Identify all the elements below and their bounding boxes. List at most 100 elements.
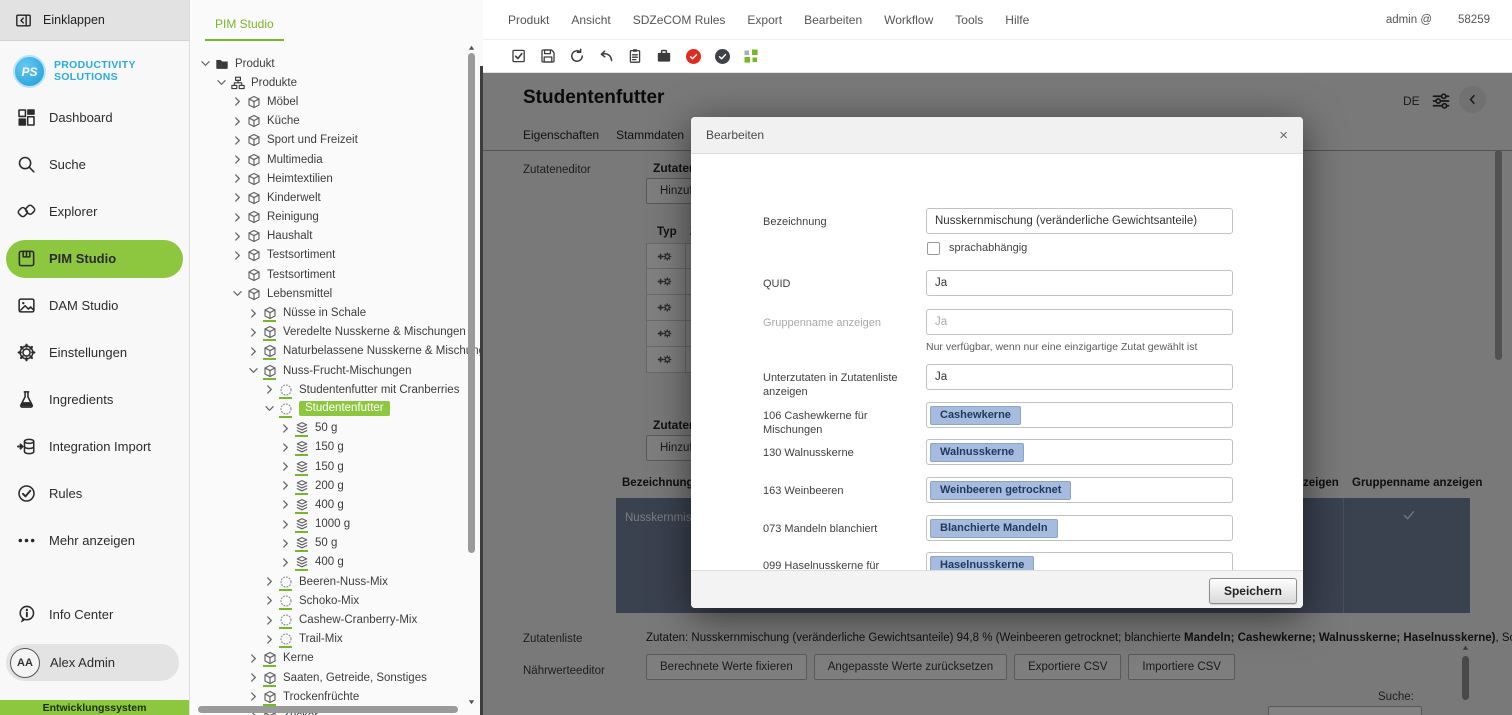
chevron-down-icon[interactable] <box>232 288 243 299</box>
130-walnusskerne-input[interactable]: Walnusskerne <box>926 439 1233 465</box>
toolbar-button-save-all[interactable] <box>508 45 530 67</box>
tree-node-testsortiment[interactable]: Testsortiment <box>190 265 469 284</box>
menu-item-ansicht[interactable]: Ansicht <box>571 13 610 27</box>
menu-item-tools[interactable]: Tools <box>955 13 983 27</box>
logged-in-user[interactable]: admin @ <box>1386 14 1432 26</box>
toolbar-button-undo[interactable] <box>595 45 617 67</box>
chevron-right-icon[interactable] <box>280 461 291 472</box>
tree-node-produkte[interactable]: Produkte <box>190 73 469 92</box>
tree-node-multimedia[interactable]: Multimedia <box>190 150 469 169</box>
tree-node-1000-g[interactable]: 1000 g <box>190 515 469 534</box>
sidebar-item-dam-studio[interactable]: DAM Studio <box>0 282 189 329</box>
chevron-right-icon[interactable] <box>248 346 259 357</box>
chevron-right-icon[interactable] <box>264 595 275 606</box>
chevron-right-icon[interactable] <box>232 231 243 242</box>
chevron-right-icon[interactable] <box>248 691 259 702</box>
menu-item-export[interactable]: Export <box>747 13 782 27</box>
bezeichnung-input[interactable] <box>926 208 1233 234</box>
save-button[interactable]: Speichern <box>1209 578 1297 604</box>
toolbar-button-refresh[interactable] <box>566 45 588 67</box>
chevron-right-icon[interactable] <box>264 634 275 645</box>
tree-vertical-scrollbar[interactable] <box>468 53 475 553</box>
sidebar-item-info-center[interactable]: Info Center <box>0 591 189 638</box>
tree-node-kerne[interactable]: Kerne <box>190 649 469 668</box>
sidebar-item-rules[interactable]: Rules <box>0 470 189 517</box>
chevron-right-icon[interactable] <box>264 615 275 626</box>
menu-item-bearbeiten[interactable]: Bearbeiten <box>804 13 862 27</box>
tree-node-trail-mix[interactable]: Trail-Mix <box>190 630 469 649</box>
tree-node-schoko-mix[interactable]: Schoko-Mix <box>190 591 469 610</box>
chevron-right-icon[interactable] <box>280 499 291 510</box>
sidebar-item-pim-studio[interactable]: PIM Studio <box>6 240 183 278</box>
scroll-down-icon[interactable] <box>467 698 476 706</box>
sprachabhaengig-checkbox[interactable] <box>927 242 940 255</box>
sidebar-item-ingredients[interactable]: Ingredients <box>0 376 189 423</box>
tree-node-trockenfruechte[interactable]: Trockenfrüchte <box>190 687 469 706</box>
tag-cashewkerne[interactable]: Cashewkerne <box>930 406 1021 425</box>
tree-node-studentenfutter[interactable]: Studentenfutter <box>190 399 469 418</box>
tree-node-veredelte-nusskerne-mischungen[interactable]: Veredelte Nusskerne & Mischungen <box>190 323 469 342</box>
chevron-right-icon[interactable] <box>232 135 243 146</box>
tree-node-200-g[interactable]: 200 g <box>190 476 469 495</box>
menu-item-produkt[interactable]: Produkt <box>508 13 549 27</box>
sidebar-item-integration-import[interactable]: Integration Import <box>0 423 189 470</box>
tree-node-haushalt[interactable]: Haushalt <box>190 227 469 246</box>
tree-node-50-g[interactable]: 50 g <box>190 419 469 438</box>
sidebar-item-explorer[interactable]: Explorer <box>0 188 189 235</box>
chevron-right-icon[interactable] <box>280 519 291 530</box>
chevron-right-icon[interactable] <box>232 192 243 203</box>
tree-node-reinigung[interactable]: Reinigung <box>190 208 469 227</box>
collapse-button[interactable]: Einklappen <box>0 0 189 41</box>
chevron-right-icon[interactable] <box>248 308 259 319</box>
toolbar-button-status-error[interactable] <box>682 45 704 67</box>
chevron-right-icon[interactable] <box>280 442 291 453</box>
tree-node-50-g[interactable]: 50 g <box>190 534 469 553</box>
tree-node-saaten-getreide-sonstiges[interactable]: Saaten, Getreide, Sonstiges <box>190 668 469 687</box>
chevron-right-icon[interactable] <box>280 557 291 568</box>
tree-node-400-g[interactable]: 400 g <box>190 495 469 514</box>
tree-node-150-g[interactable]: 150 g <box>190 438 469 457</box>
tree-node-lebensmittel[interactable]: Lebensmittel <box>190 284 469 303</box>
quid-input[interactable] <box>926 270 1233 296</box>
chevron-right-icon[interactable] <box>248 327 259 338</box>
tree-node-nuesse-in-schale[interactable]: Nüsse in Schale <box>190 303 469 322</box>
tree-node-produkt[interactable]: Produkt <box>190 54 469 73</box>
tree-node-cashew-cranberry-mix[interactable]: Cashew-Cranberry-Mix <box>190 610 469 629</box>
tree-node-kinderwelt[interactable]: Kinderwelt <box>190 188 469 207</box>
toolbar-button-status-ok[interactable] <box>711 45 733 67</box>
chevron-right-icon[interactable] <box>280 538 291 549</box>
tree-horizontal-scrollbar[interactable] <box>198 706 458 713</box>
sidebar-item-suche[interactable]: Suche <box>0 141 189 188</box>
close-icon[interactable]: × <box>1279 128 1288 143</box>
chevron-down-icon[interactable] <box>248 365 259 376</box>
tree-node-testsortiment[interactable]: Testsortiment <box>190 246 469 265</box>
user-menu[interactable]: AA Alex Admin <box>6 644 179 681</box>
tree-node-150-g[interactable]: 150 g <box>190 457 469 476</box>
sidebar-item-dashboard[interactable]: Dashboard <box>0 94 189 141</box>
chevron-right-icon[interactable] <box>232 173 243 184</box>
tree-node-sport-und-freizeit[interactable]: Sport und Freizeit <box>190 131 469 150</box>
chevron-down-icon[interactable] <box>216 77 227 88</box>
menu-item-sdzecom-rules[interactable]: SDZeCOM Rules <box>633 13 726 27</box>
scroll-up-icon[interactable] <box>467 44 476 52</box>
toolbar-button-save[interactable] <box>537 45 559 67</box>
unterzutaten-in-zutatenliste-anzeigen-input[interactable] <box>926 364 1233 390</box>
chevron-right-icon[interactable] <box>232 96 243 107</box>
tree-node-heimtextilien[interactable]: Heimtextilien <box>190 169 469 188</box>
073-mandeln-blanchiert-input[interactable]: Blanchierte Mandeln <box>926 515 1233 541</box>
tag-blanchierte-mandeln[interactable]: Blanchierte Mandeln <box>930 519 1058 538</box>
chevron-right-icon[interactable] <box>232 250 243 261</box>
toolbar-button-paste[interactable] <box>624 45 646 67</box>
chevron-right-icon[interactable] <box>248 653 259 664</box>
chevron-right-icon[interactable] <box>280 480 291 491</box>
chevron-down-icon[interactable] <box>200 58 211 69</box>
chevron-right-icon[interactable] <box>264 576 275 587</box>
chevron-right-icon[interactable] <box>232 154 243 165</box>
tree-node-moebel[interactable]: Möbel <box>190 92 469 111</box>
tree-node-400-g[interactable]: 400 g <box>190 553 469 572</box>
chevron-right-icon[interactable] <box>280 423 291 434</box>
tree-node-nuss-frucht-mischungen[interactable]: Nuss-Frucht-Mischungen <box>190 361 469 380</box>
gruppenname-anzeigen-input[interactable] <box>926 309 1233 335</box>
chevron-right-icon[interactable] <box>232 212 243 223</box>
chevron-right-icon[interactable] <box>232 116 243 127</box>
